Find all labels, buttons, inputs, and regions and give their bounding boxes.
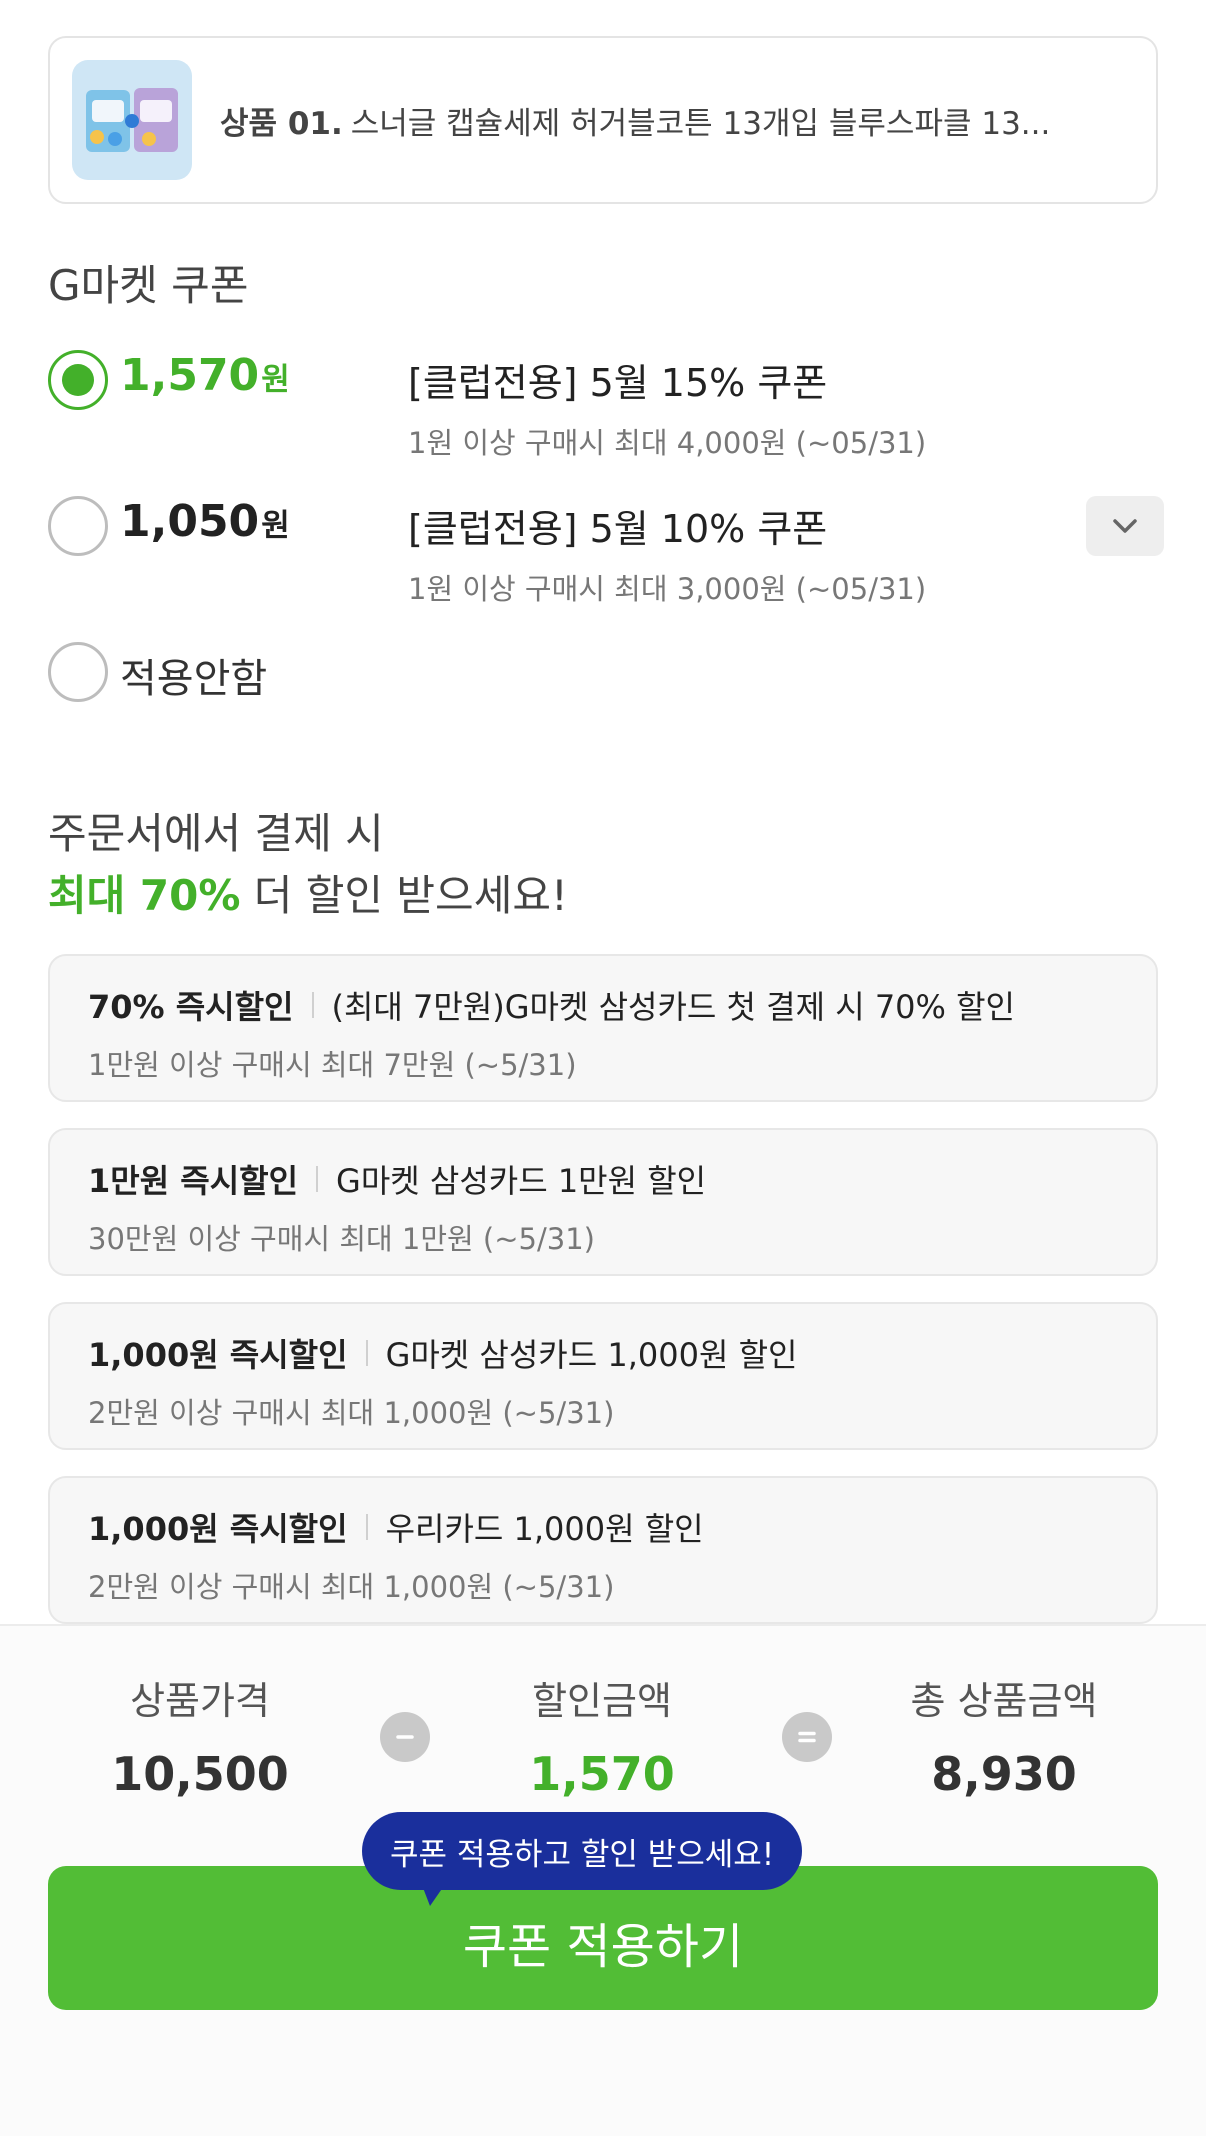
coupon-condition-1: 1원 이상 구매시 최대 4,000원 (~05/31) — [408, 426, 927, 460]
promo-card-4: 1,000원 즉시할인 우리카드 1,000원 할인 2만원 이상 구매시 최대… — [48, 1476, 1158, 1624]
promo-tag: 1,000원 즉시할인 — [88, 1336, 348, 1374]
product-title: 상품 01. 스너글 캡슐세제 허거블코튼 13개입 블루스파클 13... — [220, 98, 1100, 143]
coupon-none-label[interactable]: 적용안함 — [120, 646, 267, 704]
promo-desc: 우리카드 1,000원 할인 — [385, 1510, 704, 1548]
coupon-expand-button[interactable] — [1086, 496, 1164, 556]
coupon-radio-1[interactable] — [48, 350, 108, 410]
promo-tag: 1만원 즉시할인 — [88, 1162, 299, 1200]
summary-total-value: 8,930 — [931, 1747, 1077, 1801]
coupon-amount-2-value: 1,050 — [120, 496, 260, 547]
divider — [365, 1514, 368, 1540]
coupon-name-1: [클럽전용] 5월 15% 쿠폰 — [408, 361, 828, 405]
product-name: 스너글 캡슐세제 허거블코튼 13개입 블루스파클 13... — [350, 105, 1051, 142]
equals-icon — [782, 1712, 832, 1762]
promo-heading-rest: 더 할인 받으세요! — [240, 871, 568, 920]
summary-price-label: 상품가격 — [130, 1679, 270, 1723]
promo-card-2: 1만원 즉시할인 G마켓 삼성카드 1만원 할인 30만원 이상 구매시 최대 … — [48, 1128, 1158, 1276]
coupon-radio-2[interactable] — [48, 496, 108, 556]
coupon-amount-1-value: 1,570 — [120, 350, 260, 401]
promo-condition: 2만원 이상 구매시 최대 1,000원 (~5/31) — [88, 1570, 615, 1604]
divider — [365, 1340, 368, 1366]
coupon-amount-1: 1,570원 — [120, 350, 290, 401]
coupon-amount-2-unit: 원 — [261, 508, 290, 544]
chevron-down-icon — [1113, 519, 1137, 533]
promo-desc: G마켓 삼성카드 1,000원 할인 — [385, 1336, 798, 1374]
promo-condition: 2만원 이상 구매시 최대 1,000원 (~5/31) — [88, 1396, 615, 1430]
promo-card-1: 70% 즉시할인 (최대 7만원)G마켓 삼성카드 첫 결제 시 70% 할인 … — [48, 954, 1158, 1102]
coupon-radio-none[interactable] — [48, 642, 108, 702]
minus-icon — [380, 1712, 430, 1762]
promo-heading-line2: 최대 70% 더 할인 받으세요! — [48, 862, 568, 923]
promo-desc: G마켓 삼성카드 1만원 할인 — [336, 1162, 707, 1200]
coupon-amount-1-unit: 원 — [261, 362, 290, 398]
summary-price: 상품가격 10,500 — [70, 1670, 330, 1801]
summary-total: 총 상품금액 8,930 — [874, 1670, 1134, 1801]
apply-coupon-tooltip: 쿠폰 적용하고 할인 받으세요! — [362, 1812, 803, 1890]
product-number: 상품 01. — [220, 105, 343, 142]
promo-desc: (최대 7만원)G마켓 삼성카드 첫 결제 시 70% 할인 — [331, 988, 1016, 1026]
promo-heading-line1: 주문서에서 결제 시 — [48, 809, 384, 858]
summary-discount-label: 할인금액 — [532, 1679, 672, 1723]
coupon-name-2: [클럽전용] 5월 10% 쿠폰 — [408, 507, 828, 551]
summary-price-value: 10,500 — [111, 1747, 289, 1801]
product-card: 상품 01. 스너글 캡슐세제 허거블코튼 13개입 블루스파클 13... — [48, 36, 1158, 204]
summary-total-label: 총 상품금액 — [910, 1679, 1098, 1723]
coupon-amount-2: 1,050원 — [120, 496, 290, 547]
coupon-condition-2: 1원 이상 구매시 최대 3,000원 (~05/31) — [408, 572, 927, 606]
promo-tag: 70% 즉시할인 — [88, 988, 294, 1026]
promo-card-3: 1,000원 즉시할인 G마켓 삼성카드 1,000원 할인 2만원 이상 구매… — [48, 1302, 1158, 1450]
product-thumbnail — [72, 60, 192, 180]
gmarket-coupon-title: G마켓 쿠폰 — [48, 261, 249, 310]
promo-condition: 30만원 이상 구매시 최대 1만원 (~5/31) — [88, 1222, 595, 1256]
promo-condition: 1만원 이상 구매시 최대 7만원 (~5/31) — [88, 1048, 577, 1082]
summary-discount: 할인금액 1,570 — [472, 1670, 732, 1801]
promo-heading-highlight: 최대 70% — [48, 871, 241, 920]
divider — [311, 992, 314, 1018]
divider — [316, 1166, 319, 1192]
promo-tag: 1,000원 즉시할인 — [88, 1510, 348, 1548]
summary-discount-value: 1,570 — [529, 1747, 675, 1801]
